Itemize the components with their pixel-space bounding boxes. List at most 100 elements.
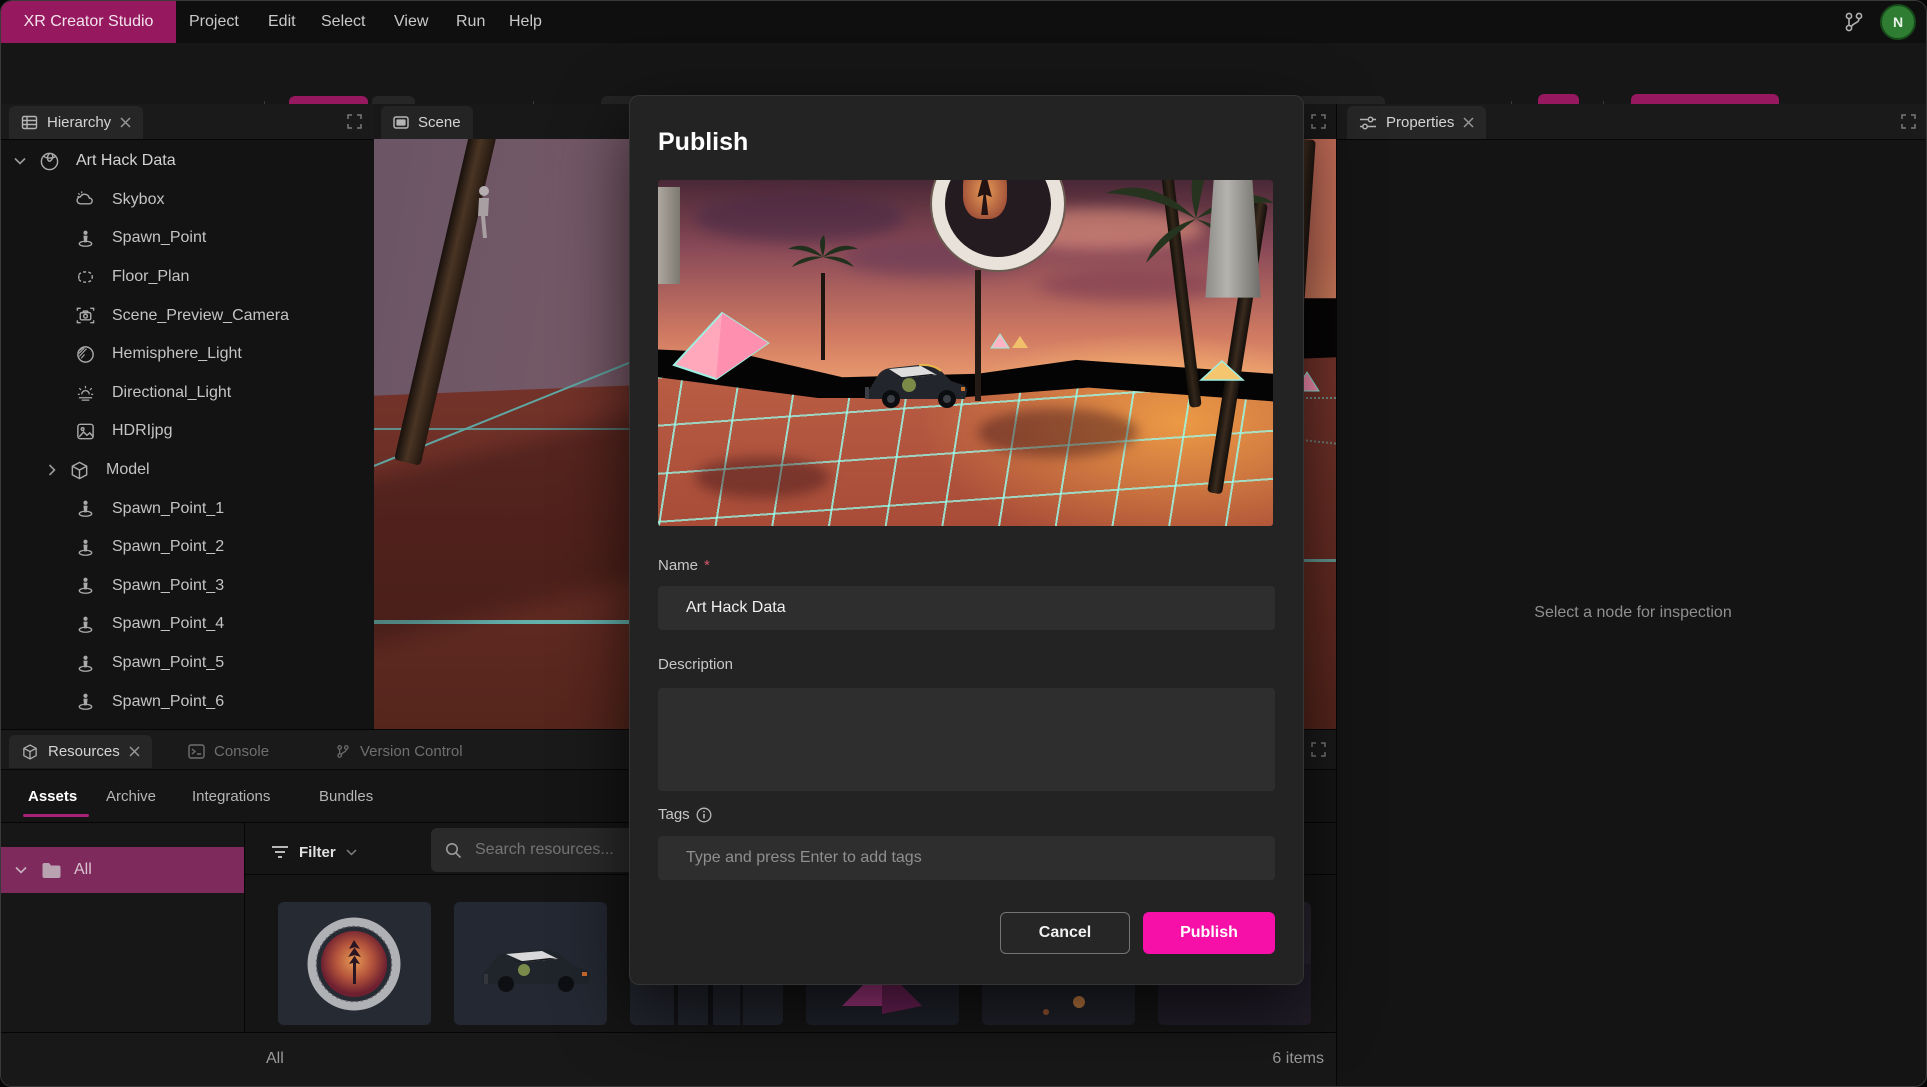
user-avatar[interactable]: N (1880, 4, 1916, 40)
filter-button[interactable]: Filter (271, 830, 357, 874)
search-icon (445, 842, 462, 859)
menu-edit[interactable]: Edit (268, 1, 296, 43)
tree-item-spawn-point-5[interactable]: Spawn_Point_5 (1, 644, 374, 683)
menu-view[interactable]: View (394, 1, 428, 43)
sliders-icon (1359, 115, 1377, 131)
subtab-archive[interactable]: Archive (106, 788, 156, 805)
police-car-image (454, 902, 607, 1025)
tags-input[interactable] (658, 836, 1275, 880)
close-icon[interactable] (120, 117, 131, 128)
asset-thumbnail-police-car[interactable] (454, 902, 607, 1025)
description-textarea[interactable] (658, 688, 1275, 791)
tree-item-spawn-point-1[interactable]: Spawn_Point_1 (1, 489, 374, 528)
subtab-assets[interactable]: Assets (28, 788, 77, 805)
asset-thumbnail-badge[interactable] (278, 902, 431, 1025)
spawn-point-icon (75, 614, 96, 635)
dialog-title: Publish (658, 128, 748, 157)
tree-item-directional-light[interactable]: Directional_Light (1, 374, 374, 413)
tags-field-label: Tags (658, 806, 712, 823)
expand-panel-icon[interactable] (347, 114, 362, 129)
tab-label: Scene (418, 114, 461, 131)
hierarchy-tree: Art Hack Data Skybox Spawn_Point (1, 142, 374, 721)
close-icon[interactable] (1463, 117, 1474, 128)
tree-item-spawn-point[interactable]: Spawn_Point (1, 219, 374, 258)
preview-gray-panel (658, 187, 680, 284)
menu-select[interactable]: Select (321, 1, 365, 43)
tree-item-spawn-point-2[interactable]: Spawn_Point_2 (1, 528, 374, 567)
menu-help[interactable]: Help (509, 1, 542, 43)
tree-label: Spawn_Point_6 (112, 693, 224, 711)
publish-button[interactable]: Publish (1143, 912, 1275, 954)
chevron-down-icon[interactable] (15, 866, 27, 874)
expand-panel-icon[interactable] (1901, 114, 1916, 129)
name-input[interactable] (658, 586, 1275, 630)
branch-icon (335, 743, 351, 760)
tree-item-hdrijpg[interactable]: HDRIjpg (1, 412, 374, 451)
chevron-right-icon[interactable] (48, 464, 56, 476)
hierarchy-icon (21, 114, 38, 131)
tree-label: Skybox (112, 191, 164, 209)
expand-panel-icon[interactable] (1311, 114, 1326, 129)
tab-version-control[interactable]: Version Control (323, 735, 475, 768)
filter-label: Filter (299, 844, 336, 861)
info-icon[interactable] (696, 807, 712, 823)
tree-item-model[interactable]: Model (1, 451, 374, 490)
tab-properties[interactable]: Properties (1347, 106, 1486, 139)
tab-console[interactable]: Console (176, 735, 281, 768)
preview-palm-shadow (978, 408, 1138, 456)
hierarchy-tabbar: Hierarchy (1, 104, 374, 140)
properties-empty-state: Select a node for inspection (1337, 604, 1927, 622)
tree-label: Spawn_Point_1 (112, 500, 224, 518)
tree-item-floor-plan[interactable]: Floor_Plan (1, 258, 374, 297)
footer-scope-label: All (266, 1050, 284, 1068)
tree-item-spawn-point-4[interactable]: Spawn_Point_4 (1, 605, 374, 644)
art-hack-data-badge-image (278, 902, 431, 1025)
tree-label: Art Hack Data (76, 152, 176, 170)
app-brand[interactable]: XR Creator Studio (1, 1, 176, 43)
spawn-point-icon (75, 653, 96, 674)
name-label-text: Name (658, 557, 698, 574)
hemisphere-light-icon (75, 344, 96, 365)
preview-small-cones (990, 332, 1030, 350)
version-control-branch-icon[interactable] (1842, 10, 1866, 34)
hierarchy-panel: Hierarchy Art Hack Data Skyb (1, 104, 374, 729)
tree-item-spawn-point-3[interactable]: Spawn_Point_3 (1, 567, 374, 606)
tree-item-spawn-point-6[interactable]: Spawn_Point_6 (1, 682, 374, 721)
footer-item-count: 6 items (1272, 1050, 1324, 1068)
name-field-label: Name * (658, 557, 710, 574)
publish-preview-image (658, 180, 1273, 526)
required-asterisk: * (704, 557, 710, 574)
folder-item-all[interactable]: All (1, 847, 244, 893)
menu-project[interactable]: Project (189, 1, 239, 43)
subtab-integrations[interactable]: Integrations (192, 788, 270, 805)
menu-run[interactable]: Run (456, 1, 485, 43)
expand-panel-icon[interactable] (1311, 742, 1326, 757)
tab-label: Resources (48, 743, 120, 760)
tree-label: Scene_Preview_Camera (112, 307, 289, 325)
close-icon[interactable] (129, 746, 140, 757)
description-field-label: Description (658, 656, 733, 673)
cancel-button[interactable]: Cancel (1000, 912, 1130, 954)
scene-monitor-icon (393, 116, 409, 130)
preview-pink-kite (664, 305, 774, 385)
tree-label: Spawn_Point_3 (112, 577, 224, 595)
spawn-point-icon (75, 228, 96, 249)
properties-tabbar: Properties (1337, 104, 1927, 140)
chevron-down-icon[interactable] (14, 157, 26, 165)
tab-scene[interactable]: Scene (381, 106, 473, 139)
resources-footer: All 6 items (1, 1032, 1336, 1087)
preview-palm-trunk (821, 273, 825, 360)
app-window: XR Creator Studio Project Edit Select Vi… (0, 0, 1927, 1087)
tree-label: Model (106, 461, 150, 479)
tree-label: HDRIjpg (112, 422, 172, 440)
subtab-bundles[interactable]: Bundles (319, 788, 373, 805)
tree-item-scene-preview-camera[interactable]: Scene_Preview_Camera (1, 296, 374, 335)
tab-hierarchy[interactable]: Hierarchy (9, 106, 143, 139)
preview-gray-tower (1205, 180, 1260, 298)
tree-item-hemisphere-light[interactable]: Hemisphere_Light (1, 335, 374, 374)
tree-item-skybox[interactable]: Skybox (1, 181, 374, 220)
tab-resources[interactable]: Resources (9, 735, 152, 768)
tree-item-art-hack-data[interactable]: Art Hack Data (1, 142, 374, 181)
tab-label: Properties (1386, 114, 1454, 131)
preview-sign-pole (975, 270, 981, 401)
